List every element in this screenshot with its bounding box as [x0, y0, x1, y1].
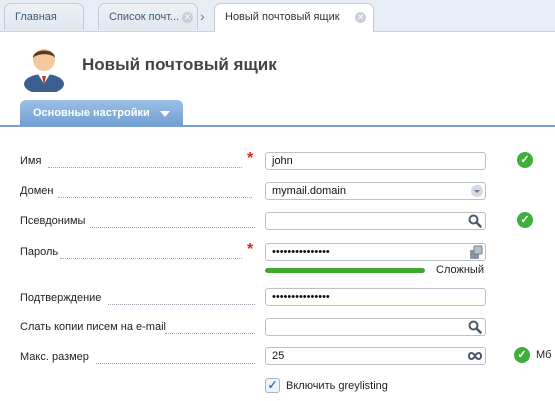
dotted-leader	[90, 226, 255, 228]
password-input[interactable]: •••••••••••••••	[265, 243, 486, 261]
password-label: Пароль	[20, 246, 59, 258]
check-circle-icon: ✓	[517, 152, 533, 168]
dotted-leader	[165, 332, 255, 334]
confirm-password-input[interactable]: •••••••••••••••	[265, 288, 486, 306]
greylisting-checkbox[interactable]: ✓	[265, 378, 280, 393]
dotted-leader	[58, 196, 252, 198]
dotted-leader	[48, 166, 242, 168]
search-icon[interactable]	[468, 320, 482, 334]
tab-basic-settings[interactable]: Основные настройки	[20, 100, 183, 127]
dotted-leader	[60, 257, 242, 259]
password-strength-fill	[265, 268, 425, 273]
tab-mail-list[interactable]: Список почт... ✕	[98, 3, 198, 30]
copy-email-input[interactable]	[265, 318, 486, 336]
confirm-label: Подтверждение	[20, 292, 102, 304]
chevron-down-icon	[160, 111, 170, 117]
domain-select[interactable]: mymail.domain	[265, 182, 486, 200]
tab-bar: Главная Список почт... ✕ › Новый почтовы…	[0, 0, 555, 32]
domain-label: Домен	[20, 185, 54, 197]
tab-new-mailbox-label: Новый почтовый ящик	[225, 11, 340, 23]
copy-email-label: Слать копии писем на e-mail	[20, 321, 166, 333]
page-title: Новый почтовый ящик	[82, 55, 277, 74]
max-size-label: Макс. размер	[20, 351, 89, 363]
dotted-leader	[108, 303, 255, 305]
check-circle-icon: ✓	[517, 212, 533, 228]
tab-mail-list-label: Список почт...	[109, 11, 180, 23]
infinity-icon[interactable]	[467, 351, 483, 361]
chevron-right-icon: ›	[200, 8, 205, 24]
close-icon[interactable]: ✕	[182, 12, 193, 23]
tab-home[interactable]: Главная	[4, 3, 84, 30]
tab-new-mailbox[interactable]: Новый почтовый ящик ✕	[214, 3, 374, 32]
max-size-input[interactable]: 25	[265, 347, 486, 365]
required-marker: *	[247, 150, 254, 167]
password-strength-bar	[265, 268, 425, 273]
name-label: Имя	[20, 155, 42, 167]
size-unit: Мб	[536, 349, 552, 361]
aliases-label: Псевдонимы	[20, 215, 86, 227]
dotted-leader	[96, 362, 255, 364]
close-icon[interactable]: ✕	[355, 12, 366, 23]
chevron-down-icon	[471, 185, 483, 197]
search-icon[interactable]	[468, 214, 482, 228]
user-avatar-icon	[24, 49, 64, 92]
tab-home-label: Главная	[15, 11, 57, 23]
check-circle-icon: ✓	[514, 347, 530, 363]
password-strength-text: Сложный	[436, 264, 484, 276]
name-input[interactable]: john	[265, 152, 486, 170]
key-generate-icon[interactable]	[469, 245, 483, 260]
tab-basic-settings-label: Основные настройки	[33, 107, 150, 119]
domain-select-value: mymail.domain	[272, 185, 346, 197]
required-marker: *	[247, 241, 254, 258]
password-input-value: •••••••••••••••	[272, 246, 330, 258]
section-divider	[0, 125, 555, 127]
greylisting-label[interactable]: Включить greylisting	[286, 380, 388, 392]
max-size-input-value: 25	[272, 350, 285, 362]
aliases-input[interactable]	[265, 212, 486, 230]
